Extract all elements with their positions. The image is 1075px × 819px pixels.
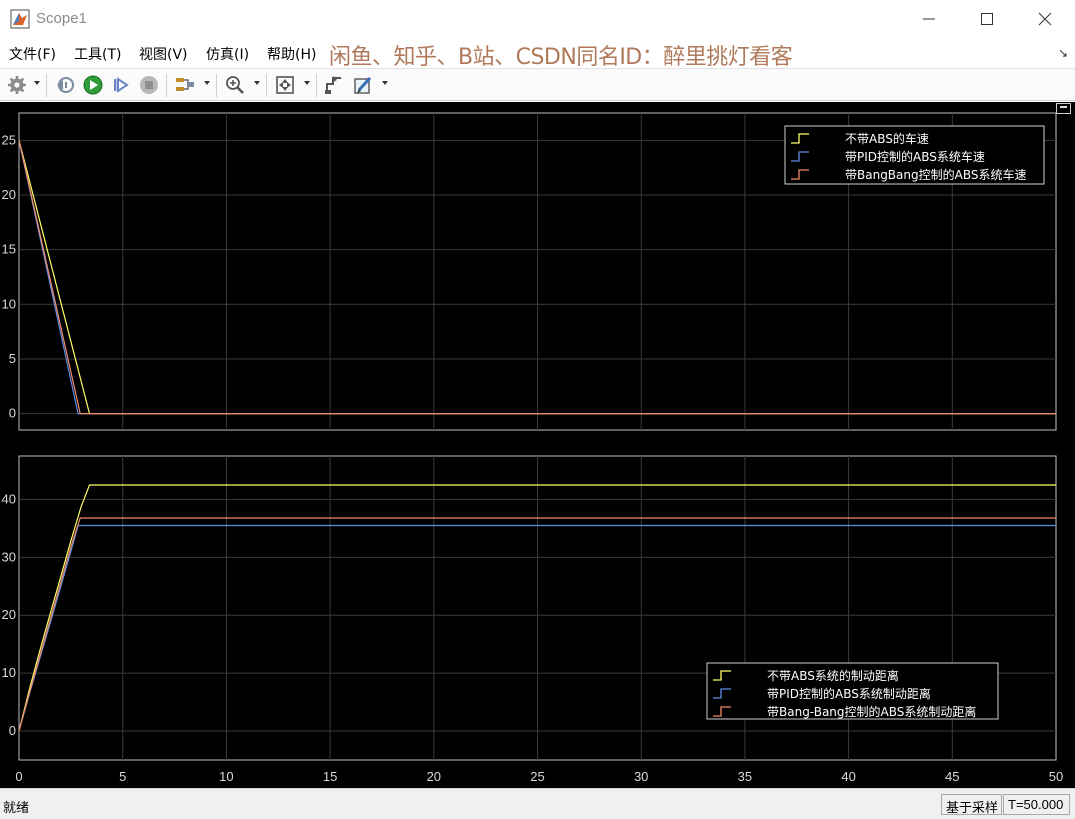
legend-label: 不带ABS的车速 bbox=[845, 131, 929, 146]
step-back-icon[interactable] bbox=[54, 74, 76, 96]
stop-icon[interactable] bbox=[138, 74, 160, 96]
x-tick-label: 20 bbox=[427, 769, 441, 784]
window-title: Scope1 bbox=[36, 10, 87, 27]
x-tick-label: 30 bbox=[634, 769, 648, 784]
legend-label: 带BangBang控制的ABS系统车速 bbox=[845, 167, 1026, 182]
x-tick-label: 15 bbox=[323, 769, 337, 784]
x-tick-label: 35 bbox=[738, 769, 752, 784]
y-tick-label: 10 bbox=[2, 296, 16, 311]
y-tick-label: 10 bbox=[2, 665, 16, 680]
toolbar-separator bbox=[266, 74, 267, 97]
scope-plots: 0 5 10 15 20 25 不带ABS的车速带PID控制的ABS系统车速带BangBan… bbox=[2, 112, 1063, 784]
y-tick-label: 5 bbox=[9, 351, 16, 366]
menu-bar: 文件(F) 工具(T) 视图(V) 仿真(I) 帮助(H) 闲鱼、知乎、B站、C… bbox=[0, 38, 1075, 70]
y-tick-label: 0 bbox=[9, 723, 16, 738]
y-tick-label: 25 bbox=[2, 132, 16, 147]
menu-view[interactable]: 视图(V) bbox=[139, 44, 188, 64]
y-tick-label: 30 bbox=[2, 549, 16, 564]
toolbar-separator bbox=[216, 74, 217, 97]
title-bar: Scope1 bbox=[0, 0, 1075, 38]
cursor-measure-icon[interactable] bbox=[323, 74, 345, 96]
y-tick-label: 20 bbox=[2, 607, 16, 622]
collapse-menu-icon[interactable]: ↘ bbox=[1058, 46, 1068, 60]
close-button[interactable] bbox=[1016, 0, 1074, 38]
menu-simulation[interactable]: 仿真(I) bbox=[206, 44, 249, 64]
watermark-text: 闲鱼、知乎、B站、CSDN同名ID：醉里挑灯看客 bbox=[329, 45, 793, 70]
matlab-logo-icon bbox=[10, 9, 30, 29]
highlight-icon[interactable] bbox=[352, 74, 374, 96]
x-tick-label: 50 bbox=[1049, 769, 1063, 784]
legend-label: 带PID控制的ABS系统制动距离 bbox=[767, 686, 931, 701]
toolbar-separator bbox=[166, 74, 167, 97]
maximize-button[interactable] bbox=[958, 0, 1016, 38]
menu-tools[interactable]: 工具(T) bbox=[74, 44, 121, 64]
x-tick-label: 25 bbox=[530, 769, 544, 784]
y-tick-label: 0 bbox=[9, 406, 16, 421]
legend-label: 不带ABS系统的制动距离 bbox=[767, 668, 899, 683]
x-tick-label: 10 bbox=[219, 769, 233, 784]
y-tick-label: 40 bbox=[2, 491, 16, 506]
zoom-dropdown-icon[interactable] bbox=[254, 81, 260, 85]
menu-file[interactable]: 文件(F) bbox=[9, 44, 56, 64]
x-tick-label: 5 bbox=[119, 769, 126, 784]
x-tick-label: 40 bbox=[841, 769, 855, 784]
toolbar-separator bbox=[46, 74, 47, 97]
toolbar-separator bbox=[316, 74, 317, 97]
status-text: 就绪 bbox=[3, 801, 30, 816]
autoscale-dropdown-icon[interactable] bbox=[304, 81, 310, 85]
minimize-button[interactable] bbox=[900, 0, 958, 38]
toolbar bbox=[0, 68, 1075, 101]
y-tick-label: 20 bbox=[2, 187, 16, 202]
legend-label: 带PID控制的ABS系统车速 bbox=[845, 149, 985, 164]
status-bar: 就绪 基于采样 T=50.000 bbox=[0, 788, 1075, 819]
x-tick-label: 45 bbox=[945, 769, 959, 784]
x-tick-label: 0 bbox=[15, 769, 22, 784]
y-tick-label: 15 bbox=[2, 242, 16, 257]
menu-help[interactable]: 帮助(H) bbox=[267, 44, 316, 64]
autoscale-icon[interactable] bbox=[274, 74, 296, 96]
simulation-time: T=50.000 bbox=[1003, 794, 1070, 815]
zoom-icon[interactable] bbox=[224, 74, 246, 96]
gear-dropdown-icon[interactable] bbox=[34, 81, 40, 85]
gear-icon[interactable] bbox=[6, 74, 28, 96]
legend-label: 带Bang-Bang控制的ABS系统制动距离 bbox=[767, 704, 976, 719]
signal-select-icon[interactable] bbox=[174, 74, 196, 96]
step-forward-icon[interactable] bbox=[110, 74, 132, 96]
sample-mode-indicator: 基于采样 bbox=[941, 794, 1002, 816]
highlight-dropdown-icon[interactable] bbox=[382, 81, 388, 85]
signal-dropdown-icon[interactable] bbox=[204, 81, 210, 85]
run-icon[interactable] bbox=[82, 74, 104, 96]
